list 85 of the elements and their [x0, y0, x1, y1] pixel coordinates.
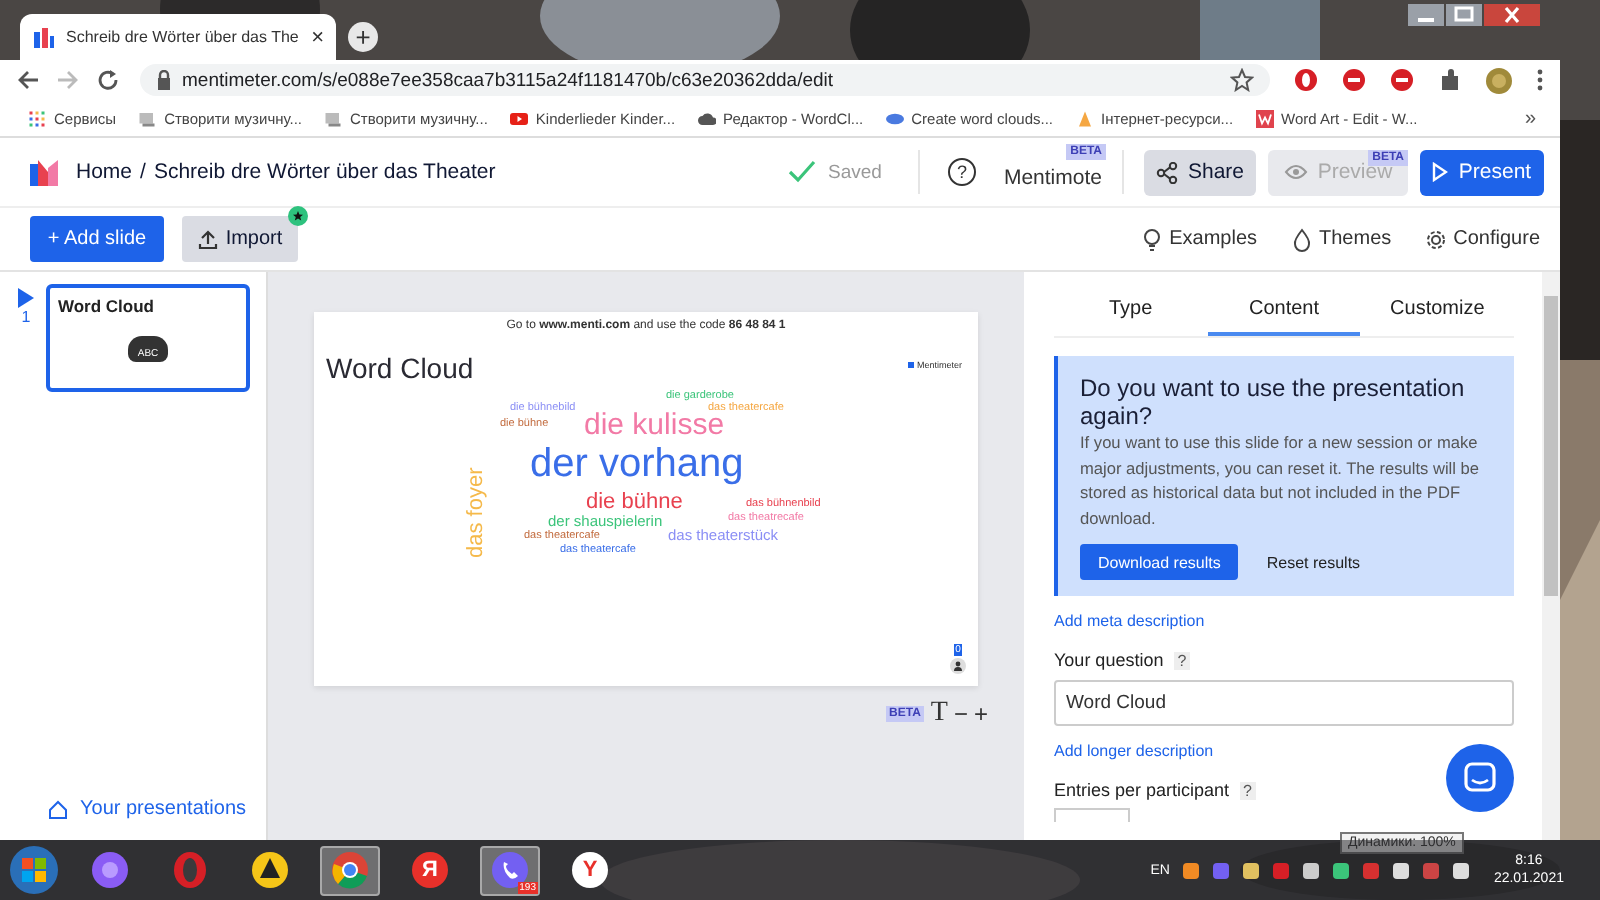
panel-tab[interactable]: Type	[1054, 288, 1208, 336]
logo-icon	[28, 156, 60, 188]
add-longer-description-link[interactable]: Add longer description	[1054, 742, 1214, 760]
menu-icon[interactable]	[1536, 68, 1544, 92]
play-icon	[1432, 162, 1449, 182]
avatar-icon[interactable]	[1486, 67, 1512, 93]
cone-icon	[1075, 109, 1093, 127]
help-badge[interactable]: ?	[1173, 651, 1191, 669]
upload-icon	[197, 229, 218, 249]
add-meta-description-link[interactable]: Add meta description	[1054, 612, 1205, 630]
panel-tab[interactable]: Content	[1207, 288, 1361, 336]
help-button[interactable]: ?	[947, 158, 976, 186]
add-slide-button[interactable]: + Add slide	[30, 216, 164, 262]
extension-icon[interactable]	[1342, 68, 1366, 92]
warning-icon	[250, 850, 290, 890]
star-badge-icon	[288, 206, 308, 226]
mentimote-link[interactable]: Mentimote	[1003, 166, 1102, 190]
scrollbar-thumb[interactable]	[1544, 296, 1558, 596]
back-icon[interactable]	[16, 68, 40, 92]
url-text: mentimeter.com/s/e088e7ee358caa7b3115a24f1181470b/c63e20362dda/edit	[182, 69, 834, 91]
zoom-in-button[interactable]: +	[973, 700, 988, 728]
question-field[interactable]: Word Cloud	[1054, 680, 1514, 726]
taskbar-app[interactable]	[320, 845, 380, 895]
slide-title: Word Cloud	[58, 296, 154, 316]
start-button[interactable]	[8, 844, 60, 896]
apps-icon	[28, 109, 46, 127]
close-icon[interactable]	[1484, 4, 1540, 26]
cloud-word: der vorhang	[530, 444, 744, 484]
settings-icon	[1425, 227, 1446, 251]
zoom-out-button[interactable]: −	[953, 700, 968, 728]
notice-text: If you want to use this slide for a new session or make major adjustments, you can reset it. The results will be stored as historical data but not included in the PDF download.	[1080, 430, 1482, 530]
maximize-icon[interactable]	[1446, 4, 1482, 26]
cloud-icon	[697, 109, 716, 127]
text-size-button[interactable]: T	[930, 698, 948, 730]
panel-tab[interactable]: Customize	[1360, 288, 1515, 336]
home-link[interactable]: Home	[76, 160, 133, 184]
toolbar-link[interactable]: Examples	[1141, 227, 1258, 251]
present-button[interactable]: Present	[1420, 149, 1544, 195]
reload-icon[interactable]	[96, 68, 120, 92]
video-icon	[509, 109, 528, 127]
presentation-title[interactable]: Schreib dre Wörter über das Theater	[153, 160, 496, 184]
share-button[interactable]: Share	[1144, 149, 1256, 195]
extension-icon[interactable]	[1390, 68, 1414, 92]
toolbar-link[interactable]: Themes	[1291, 227, 1392, 251]
breadcrumb-separator: /	[140, 160, 146, 184]
import-button[interactable]: Import	[182, 216, 298, 262]
logo-icon	[32, 25, 56, 49]
help-badge[interactable]: ?	[1239, 781, 1256, 799]
home-icon	[48, 799, 68, 819]
chrome-icon	[330, 850, 370, 890]
entries-field[interactable]	[1054, 808, 1130, 822]
eye-icon	[1283, 164, 1308, 180]
chat-button[interactable]	[1446, 744, 1514, 812]
slide-heading: Word Cloud	[326, 352, 474, 384]
drop-icon	[1291, 227, 1312, 251]
cloud-word: das foyer	[466, 467, 488, 558]
person-icon	[950, 658, 966, 674]
entries-label: Entries per participant	[1054, 780, 1230, 800]
art-icon	[1255, 109, 1274, 127]
address-field[interactable]: mentimeter.com/s/e088e7ee358caa7b3115a24f1181470b/c63e20362dda/edit	[140, 64, 1270, 96]
bulb-icon	[1141, 227, 1162, 251]
minimize-icon[interactable]	[1408, 4, 1444, 26]
extension-icon[interactable]	[1294, 68, 1318, 92]
your-presentations-link[interactable]: Your presentations	[0, 798, 266, 840]
lock-icon	[156, 70, 172, 90]
saved-status: Saved	[828, 161, 882, 183]
tab-title: Schreib dre Wörter über das The	[66, 28, 301, 46]
cloud-word: die kulisse	[584, 410, 725, 440]
close-tab-button[interactable]: ×	[311, 25, 324, 49]
browser-tab[interactable]: Schreib dre Wörter über das The ×	[20, 14, 336, 60]
check-icon	[788, 160, 817, 184]
share-icon	[1155, 161, 1178, 183]
voice-assistant-icon	[90, 850, 130, 890]
more-bookmarks-button[interactable]: »	[1524, 107, 1536, 129]
cloud-word: die bühne	[586, 492, 683, 514]
page-icon	[324, 109, 342, 127]
download-results-button[interactable]: Download results	[1080, 544, 1239, 580]
toolbar-link[interactable]: Configure	[1425, 227, 1540, 251]
opera-icon	[170, 850, 210, 890]
reset-results-button[interactable]: Reset results	[1266, 553, 1361, 571]
slide-number: 1	[21, 308, 31, 326]
star-icon[interactable]	[1230, 68, 1254, 92]
question-label: Your question	[1054, 650, 1164, 670]
page-icon	[138, 109, 157, 127]
notice-title: Do you want to use the presentation again?	[1080, 374, 1467, 430]
